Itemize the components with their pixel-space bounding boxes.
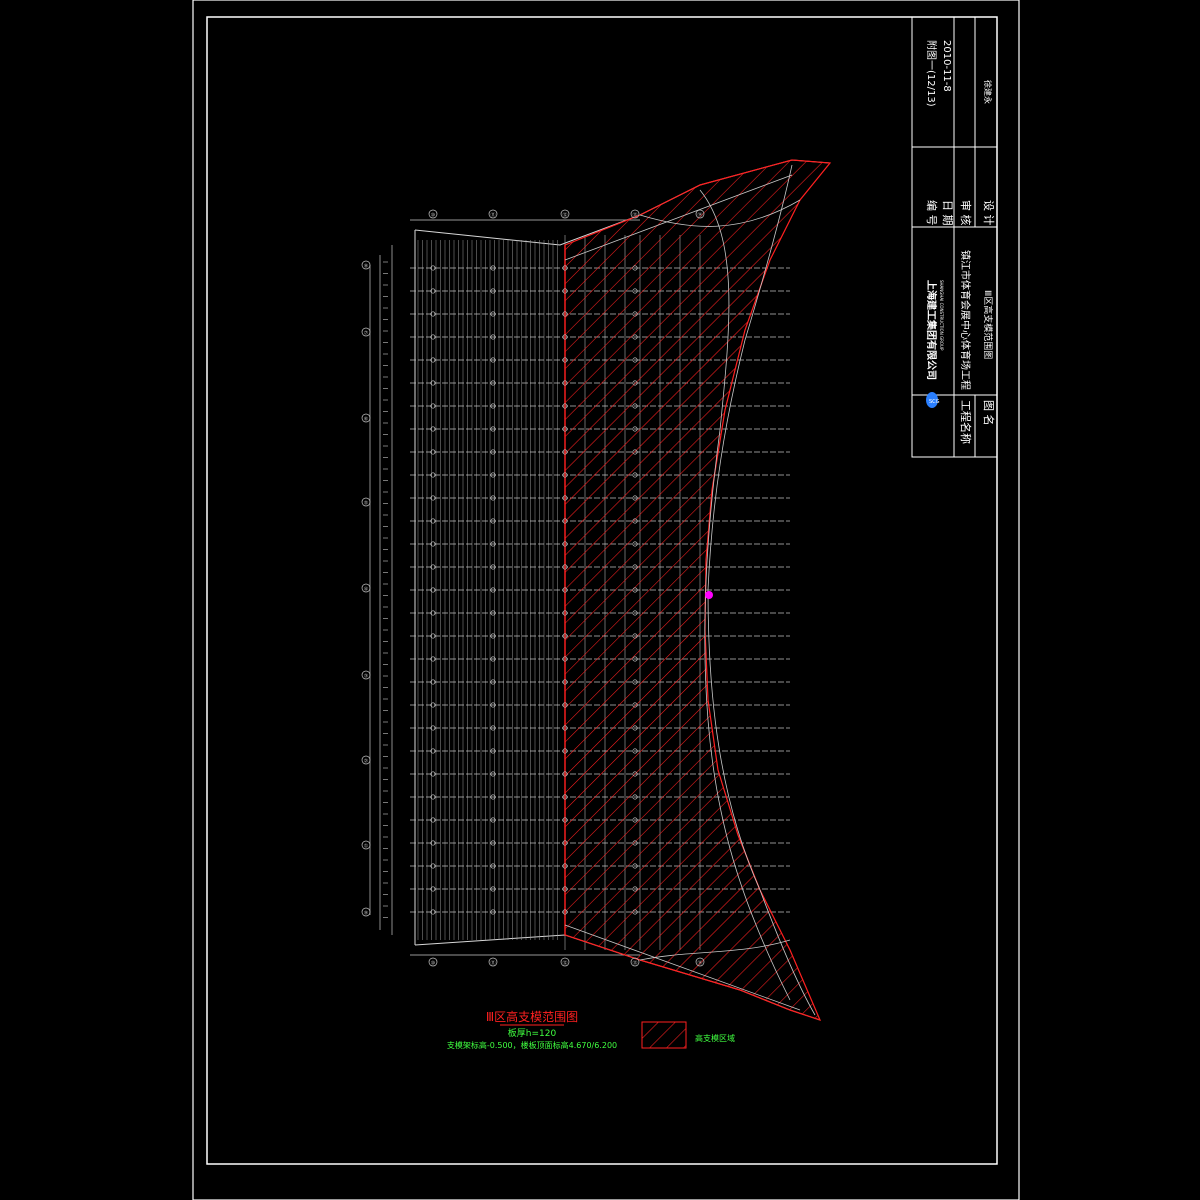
row-axis-label: ③: [364, 674, 368, 680]
col-axis-label: ⑭: [697, 212, 702, 219]
col-axis-label: ⑫: [562, 960, 567, 967]
col-axis-label: ⑬: [632, 212, 637, 219]
drawing-name: Ⅲ区高支模范围图: [982, 290, 994, 359]
company-name-en: SHANGHAI CONSTRUCTION GROUP: [939, 280, 944, 351]
row-axis-label: ⑨: [364, 911, 368, 917]
col-axis-label: ⑪: [490, 960, 495, 967]
company-logo: SCG: [926, 392, 940, 408]
row-axis-label: ⑤: [364, 501, 368, 507]
row-axis-label: ④: [364, 587, 369, 593]
date-value: 2010-11-8: [941, 40, 952, 92]
drawing-no-value: 附图一(12/13): [925, 40, 938, 107]
col-axis-label: ⑫: [562, 212, 567, 219]
col-axis-label: ⑪: [490, 212, 495, 219]
design-label: 设 计: [982, 200, 995, 226]
col-axis-label: ⑬: [632, 960, 637, 967]
hatch-legend-swatch: [641, 1021, 687, 1049]
col-axis-label: ⑩: [431, 213, 436, 219]
elevation-note: 支模架标高-0.500，楼板顶面标高4.670/6.200: [447, 1040, 617, 1050]
hatch-legend-label: 高支模区域: [695, 1033, 735, 1043]
date-label: 日 期: [941, 200, 954, 226]
drawing-no-label: 编 号: [925, 200, 939, 226]
row-axis-label: ①: [364, 844, 369, 850]
project-label: 工程名称: [959, 400, 973, 444]
high-formwork-region: [564, 159, 832, 1021]
row-axis-label: ②: [364, 759, 369, 765]
designer-name: 徐建永: [983, 80, 993, 104]
legend: Ⅲ区高支模范围图 板厚h=120 支模架标高-0.500，楼板顶面标高4.670…: [447, 1009, 735, 1050]
magenta-marker: [705, 591, 713, 599]
review-label: 审 核: [959, 200, 973, 226]
svg-text:SCG: SCG: [929, 399, 940, 405]
col-axis-label: ⑩: [431, 961, 436, 967]
cad-drawing: ⑧ ⑦ ⑥ ⑤ ④ ③ ② ① ⑨ ⑩ ⑩ ⑪ ⑪ ⑫ ⑫ ⑬ ⑬ ⑭ ⑭ 编 号 日 期 审 核 设 计 附图一(…: [192, 0, 1020, 1200]
slab-note: 板厚h=120: [508, 1027, 557, 1039]
legend-title: Ⅲ区高支模范围图: [486, 1009, 578, 1024]
drawing-name-label: 图 名: [982, 400, 996, 426]
row-axis-label: ⑦: [364, 331, 369, 337]
company-name: 上海建工集团有限公司: [925, 280, 938, 380]
project-name: 镇江市体育会展中心体育场工程: [959, 250, 972, 390]
row-axis-label: ⑧: [364, 264, 369, 270]
row-axis-label: ⑥: [364, 417, 369, 423]
col-axis-label: ⑭: [697, 960, 702, 967]
